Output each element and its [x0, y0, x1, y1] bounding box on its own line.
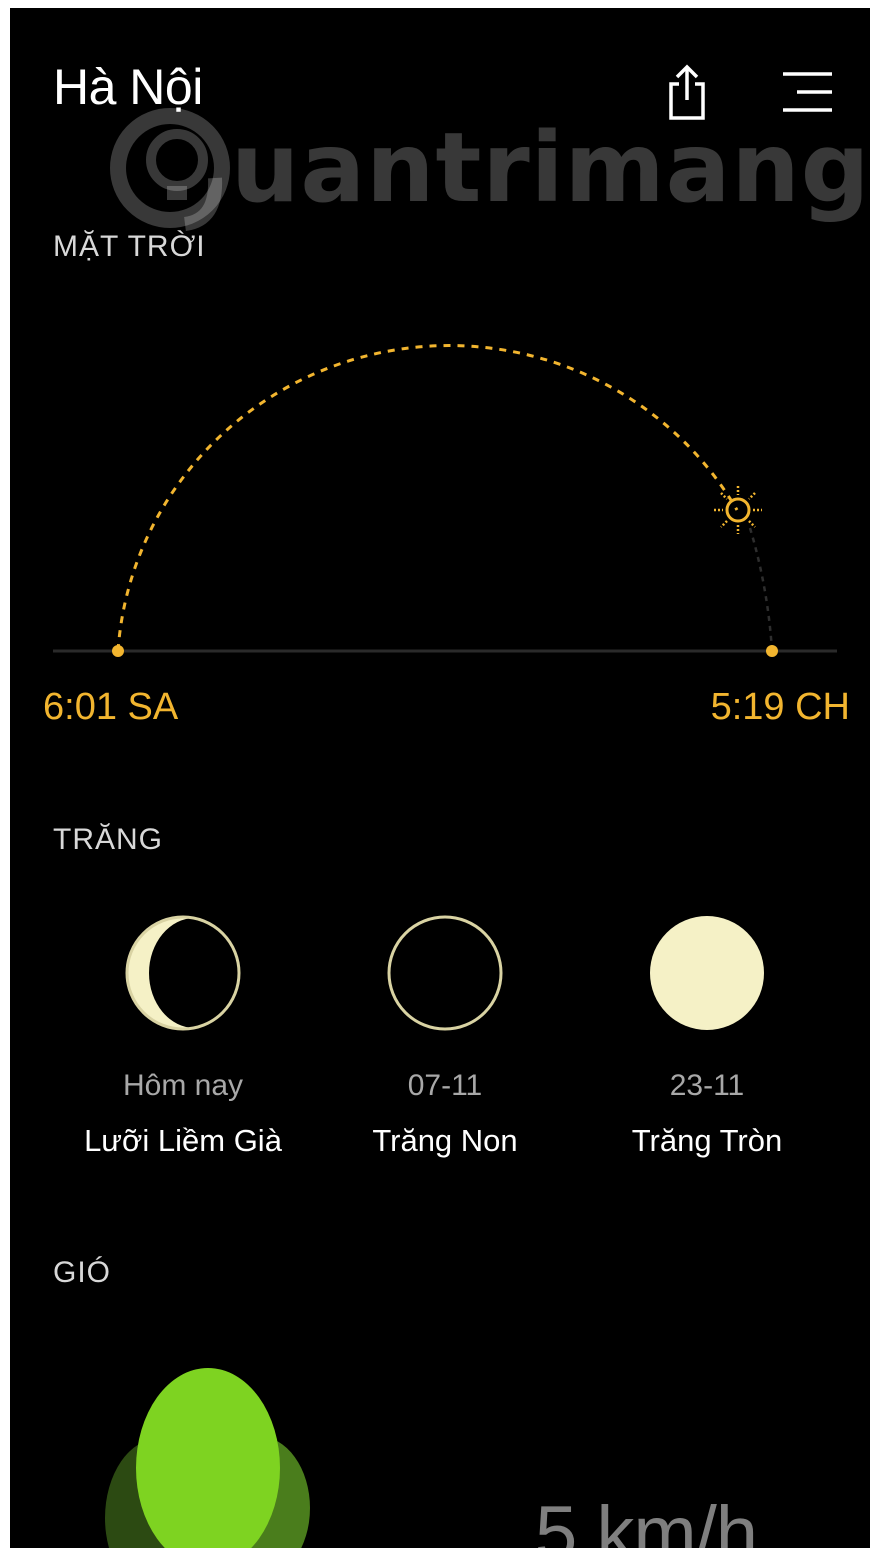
- moon-phase-date: 23-11: [669, 1069, 745, 1102]
- astronomy-screen: Hà Nội uantrimang MẶT TRỜI 6:01 SA 5:19 …: [10, 8, 870, 1548]
- watermark: uantrimang: [105, 108, 869, 238]
- watermark-text: uantrimang: [231, 112, 870, 224]
- sunrise-dot: [112, 645, 124, 657]
- new-moon-icon: [387, 915, 503, 1031]
- moon-section-heading: TRĂNG: [53, 823, 163, 856]
- city-title: Hà Nội: [53, 59, 203, 115]
- sun-arc-daytime: [116, 344, 739, 652]
- sun-section-heading: MẶT TRỜI: [53, 230, 206, 263]
- sunset-dot: [766, 645, 778, 657]
- moon-phase-name: Trăng Non: [372, 1123, 518, 1158]
- menu-button[interactable]: [775, 70, 835, 120]
- share-icon: [669, 64, 705, 120]
- lightbulb-at-icon: [110, 108, 230, 231]
- sun-arc-remaining: [748, 527, 774, 652]
- sun-path-graph: [53, 344, 837, 657]
- moon-phase-name: Lưỡi Liềm Già: [84, 1123, 282, 1158]
- moon-phase-item: 23-11 Trăng Tròn: [587, 913, 827, 1159]
- moon-phase-item: 07-11 Trăng Non: [325, 913, 565, 1159]
- wind-speed: 5 km/h: [535, 1491, 758, 1548]
- wind-section-heading: GIÓ: [53, 1256, 112, 1289]
- full-moon-icon: [650, 916, 764, 1030]
- moon-phase-date: Hôm nay: [122, 1069, 244, 1102]
- sunset-time: 5:19 CH: [710, 686, 850, 728]
- moon-phase-date: 07-11: [407, 1069, 483, 1102]
- list-menu-icon: [783, 72, 832, 112]
- sunrise-time: 6:01 SA: [43, 686, 179, 728]
- moon-phase-item: Hôm nay Lưỡi Liềm Già: [63, 913, 303, 1159]
- wind-rose-icon: [105, 1368, 310, 1548]
- sun-icon: [714, 486, 762, 534]
- moon-phase-name: Trăng Tròn: [631, 1123, 783, 1158]
- waning-crescent-moon-icon: [125, 915, 241, 1031]
- share-button[interactable]: [662, 62, 712, 122]
